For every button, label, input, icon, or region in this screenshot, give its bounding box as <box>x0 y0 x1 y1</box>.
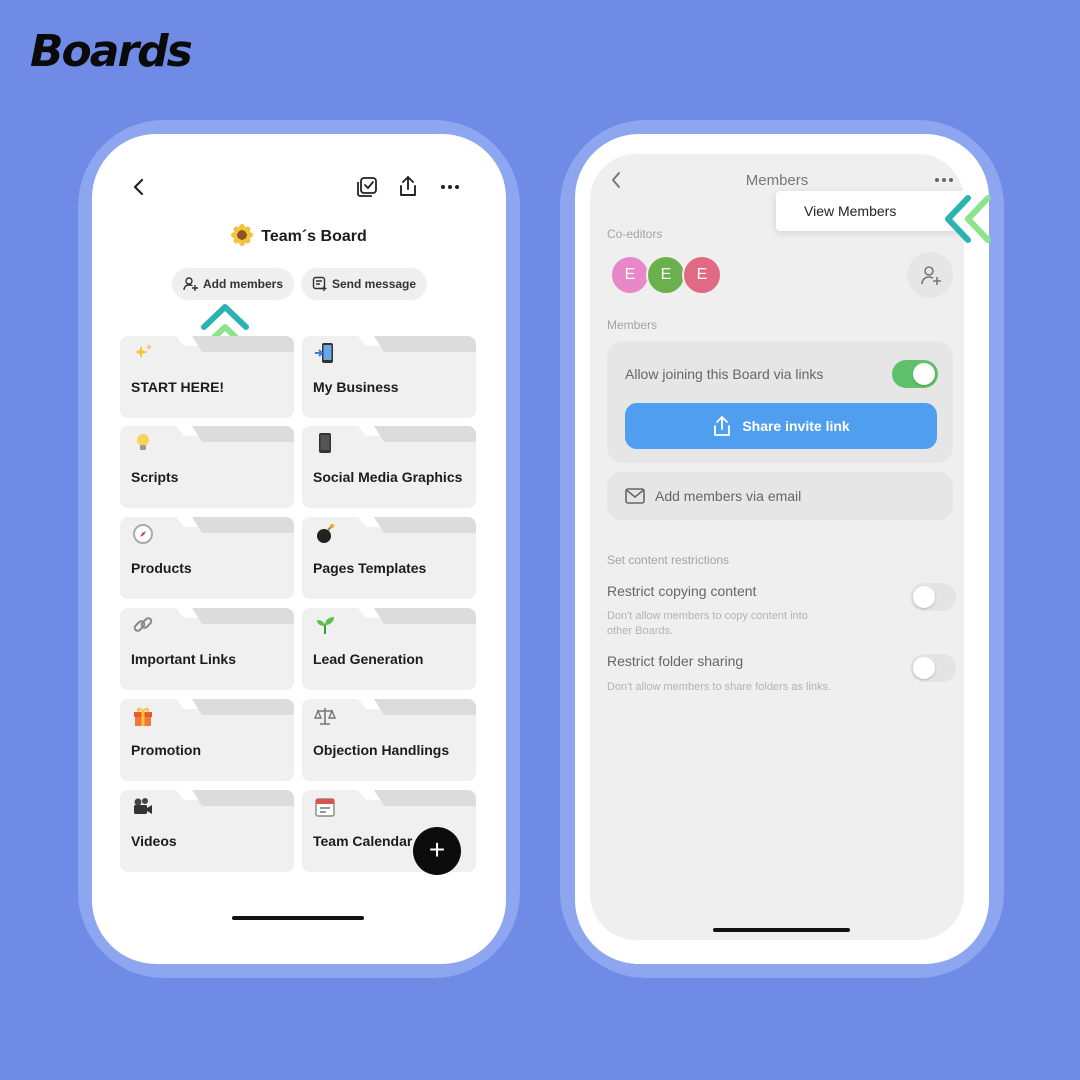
restrict-sharing-desc: Don't allow members to share folders as … <box>607 681 832 693</box>
folder-card-label: Social Media Graphics <box>313 469 463 485</box>
share-invite-link-label: Share invite link <box>742 418 850 434</box>
folder-card-products[interactable]: Products <box>120 517 294 599</box>
folder-card-my-business[interactable]: My Business <box>302 336 476 418</box>
avatar[interactable]: E <box>646 255 686 295</box>
left-phone-screen: Team´s Board Add members Send message ST… <box>92 134 506 964</box>
folder-card-label: Team Calendar <box>313 833 413 849</box>
add-members-label: Add members <box>203 277 284 291</box>
back-chevron-icon[interactable] <box>132 178 146 196</box>
bomb-icon <box>314 523 336 545</box>
link-icon <box>132 614 154 636</box>
double-chevron-left-icon <box>940 192 996 246</box>
restrict-sharing-title: Restrict folder sharing <box>607 653 744 669</box>
more-options-icon[interactable] <box>440 184 460 190</box>
restrict-copying-title: Restrict copying content <box>607 583 757 599</box>
brand-logo: Boards <box>30 26 193 77</box>
toggle-knob <box>913 586 935 608</box>
members-title: Members <box>745 172 809 189</box>
add-members-via-email-button[interactable]: Add members via email <box>607 472 953 520</box>
share-icon[interactable] <box>397 174 419 198</box>
folder-card-videos[interactable]: Videos <box>120 790 294 872</box>
folder-card-label: Scripts <box>131 469 179 485</box>
movie-camera-icon <box>132 796 154 818</box>
folder-card-objection-handlings[interactable]: Objection Handlings <box>302 699 476 781</box>
send-message-button[interactable]: Send message <box>301 268 428 300</box>
add-person-icon <box>920 264 942 286</box>
members-sheet: Members Co-editors E E E Members Allow j… <box>590 154 964 940</box>
select-checkbox-icon[interactable] <box>356 176 378 198</box>
add-members-via-email-label: Add members via email <box>655 488 802 504</box>
folder-card-label: Pages Templates <box>313 560 427 576</box>
coeditors-label: Co-editors <box>607 227 663 241</box>
home-indicator <box>713 928 850 932</box>
folder-card-label: Lead Generation <box>313 651 424 667</box>
avatar[interactable]: E <box>610 255 650 295</box>
avatar[interactable]: E <box>682 255 722 295</box>
restrict-copying-desc: Don't allow members to copy content into… <box>607 609 808 639</box>
compose-message-icon <box>312 276 328 292</box>
add-coeditor-button[interactable] <box>907 252 953 298</box>
add-folder-button[interactable]: + <box>413 827 461 875</box>
add-person-icon <box>183 276 199 292</box>
members-section-label: Members <box>607 318 658 332</box>
add-members-button[interactable]: Add members <box>172 268 295 300</box>
content-restrictions-label: Set content restrictions <box>607 553 730 567</box>
share-icon <box>712 415 732 437</box>
folder-card-label: Objection Handlings <box>313 742 450 758</box>
home-indicator <box>232 916 364 920</box>
folder-card-label: Important Links <box>131 651 237 667</box>
view-members-menu-item[interactable]: View Members <box>776 191 964 231</box>
more-options-icon[interactable] <box>934 177 954 183</box>
toggle-knob <box>913 657 935 679</box>
board-title-text: Team´s Board <box>261 228 367 245</box>
calendar-icon <box>314 796 336 818</box>
restrict-sharing-toggle[interactable] <box>910 654 956 682</box>
right-phone-screen: Members Co-editors E E E Members Allow j… <box>575 134 989 964</box>
folder-card-label: Promotion <box>131 742 201 758</box>
folder-card-social-media-graphics[interactable]: Social Media Graphics <box>302 426 476 508</box>
compass-icon <box>132 523 154 545</box>
lightbulb-icon <box>132 432 154 454</box>
mobile-phone-icon <box>314 432 336 454</box>
share-invite-link-button[interactable]: Share invite link <box>625 403 937 449</box>
restrict-copying-desc-line: Don't allow members to copy content into <box>607 610 808 622</box>
gift-icon <box>132 705 154 727</box>
allow-joining-toggle[interactable] <box>892 360 938 388</box>
sunflower-icon <box>231 224 254 246</box>
folder-card-label: Products <box>131 560 192 576</box>
board-title: Team´s Board <box>92 224 506 246</box>
restrict-copying-toggle[interactable] <box>910 583 956 611</box>
send-message-label: Send message <box>332 277 417 291</box>
balance-scale-icon <box>313 705 337 727</box>
toggle-knob <box>913 363 935 385</box>
folder-card-label: Videos <box>131 833 177 849</box>
folder-card-lead-generation[interactable]: Lead Generation <box>302 608 476 690</box>
sparkles-icon <box>132 342 154 364</box>
mobile-phone-arrow-icon <box>314 342 336 364</box>
folder-card-label: START HERE! <box>131 379 225 395</box>
allow-joining-label: Allow joining this Board via links <box>625 366 824 382</box>
seedling-icon <box>314 614 336 636</box>
folder-card-scripts[interactable]: Scripts <box>120 426 294 508</box>
folder-card-start-here[interactable]: START HERE! <box>120 336 294 418</box>
folder-card-label: My Business <box>313 379 399 395</box>
folder-card-promotion[interactable]: Promotion <box>120 699 294 781</box>
folder-card-important-links[interactable]: Important Links <box>120 608 294 690</box>
envelope-icon <box>625 488 645 504</box>
restrict-copying-desc-line: other Boards. <box>607 625 674 637</box>
folder-card-pages-templates[interactable]: Pages Templates <box>302 517 476 599</box>
